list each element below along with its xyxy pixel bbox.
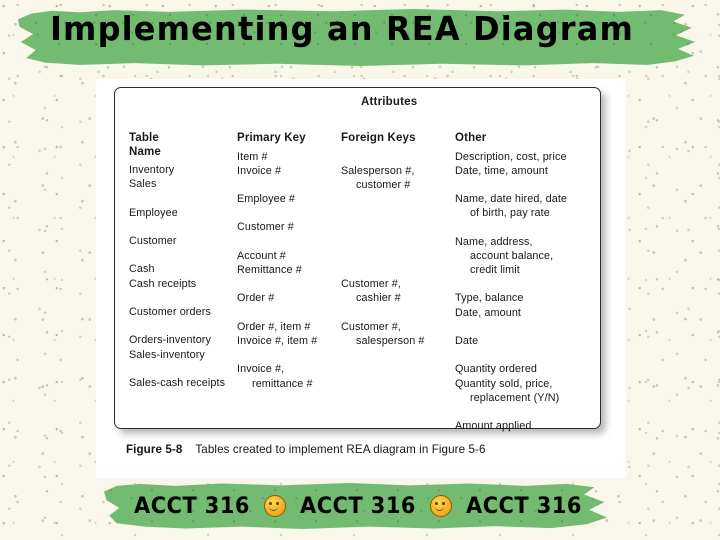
- table-cell: Date, amount: [455, 306, 522, 319]
- table-cell: Item #: [237, 150, 268, 163]
- column-other: Other Description, cost, price Date, time…: [455, 132, 595, 433]
- table-cell-continuation: credit limit: [470, 264, 520, 277]
- table-cell: Cash receipts: [129, 277, 197, 290]
- table-cell: Order #: [237, 292, 275, 305]
- footer-course-label: ACCT 316: [466, 493, 582, 519]
- table-cell: Quantity sold, price, replacement (Y/N): [455, 377, 595, 405]
- table-cell-continuation: cashier #: [356, 292, 401, 305]
- table-cell: Employee #: [237, 193, 296, 206]
- figure-panel: Attributes Table Name Inventory Sales Empl…: [96, 79, 626, 478]
- table-cell: Quantity ordered: [455, 363, 538, 376]
- table-cell: Date: [455, 335, 479, 348]
- footer-content: ACCT 316 ACCT 316 ACCT 316: [104, 482, 612, 530]
- table-cell: Account #: [237, 249, 286, 262]
- footer-course-label: ACCT 316: [300, 493, 416, 519]
- table-cell: Invoice #, remittance #: [237, 362, 341, 390]
- table-cell: Employee: [129, 206, 178, 219]
- table-cell: Customer #: [237, 221, 294, 234]
- table-cell: Order #, item #: [237, 320, 311, 333]
- column-cells: Description, cost, price Date, time, amou…: [455, 150, 595, 434]
- table-cell-continuation: replacement (Y/N): [470, 391, 560, 404]
- table-cell: Salesperson #, customer #: [341, 164, 451, 192]
- footer-course-label: ACCT 316: [134, 493, 250, 519]
- table-cell: Remittance #: [237, 264, 302, 277]
- column-header: Table Name: [129, 132, 161, 158]
- figure-caption: Figure 5-8 Tables created to implement RE…: [126, 443, 596, 456]
- column-cells: Item # Invoice # Employee # Customer # Accou…: [237, 150, 341, 391]
- smiley-face-icon: [264, 495, 287, 517]
- smiley-face-icon: [429, 495, 452, 517]
- column-foreign-keys: Foreign Keys Salesperson #, customer # Cu…: [341, 132, 451, 419]
- table-cell: Customer: [129, 234, 177, 247]
- table-cell: Customer #, salesperson #: [341, 320, 451, 348]
- table-cell: Customer #, cashier #: [341, 277, 451, 305]
- table-cell: Amount applied: [455, 420, 532, 433]
- figure-caption-label: Figure 5-8: [126, 443, 183, 456]
- rea-table-grid: Attributes Table Name Inventory Sales Empl…: [115, 88, 600, 432]
- table-cell-continuation: salesperson #: [356, 335, 425, 348]
- table-cell: Sales: [129, 178, 157, 191]
- column-table-name: Table Name Inventory Sales Employee Custome…: [129, 132, 241, 390]
- table-cell-continuation: account balance,: [470, 249, 554, 262]
- table-cell-continuation: of birth, pay rate: [470, 207, 550, 220]
- table-cell: Description, cost, price: [455, 150, 567, 163]
- table-cell: Date, time, amount: [455, 164, 549, 177]
- table-cell: Name, date hired, date of birth, pay rate: [455, 192, 595, 220]
- table-cell: Name, address, account balance, credit lim…: [455, 235, 595, 278]
- attributes-group-header: Attributes: [361, 96, 418, 108]
- table-cell: Customer orders: [129, 305, 211, 318]
- table-cell: Orders-inventory: [129, 334, 212, 347]
- table-cell: Invoice #: [237, 164, 282, 177]
- table-cell: Type, balance: [455, 292, 524, 305]
- column-header: Foreign Keys: [341, 132, 416, 144]
- table-cell: Cash: [129, 263, 155, 276]
- table-cell: Inventory: [129, 164, 175, 176]
- column-header: Primary Key: [237, 132, 306, 144]
- figure-caption-text: Tables created to implement REA diagram …: [195, 443, 486, 456]
- table-cell: Invoice #, item #: [237, 335, 318, 348]
- column-primary-key: Primary Key Item # Invoice # Employee # Cus…: [237, 132, 341, 391]
- column-cells: Inventory Sales Employee Customer Cash Cash r…: [129, 163, 241, 390]
- table-cell: Sales-cash receipts: [129, 376, 226, 389]
- rea-tables-figure: Attributes Table Name Inventory Sales Empl…: [114, 87, 601, 432]
- column-cells: Salesperson #, customer # Customer #, cash…: [341, 150, 451, 420]
- slide-title: Implementing an REA Diagram: [49, 9, 635, 48]
- table-cell-continuation: customer #: [356, 178, 411, 191]
- column-header: Other: [455, 132, 487, 144]
- table-cell: Sales-inventory: [129, 348, 205, 361]
- table-cell-continuation: remittance #: [252, 377, 313, 390]
